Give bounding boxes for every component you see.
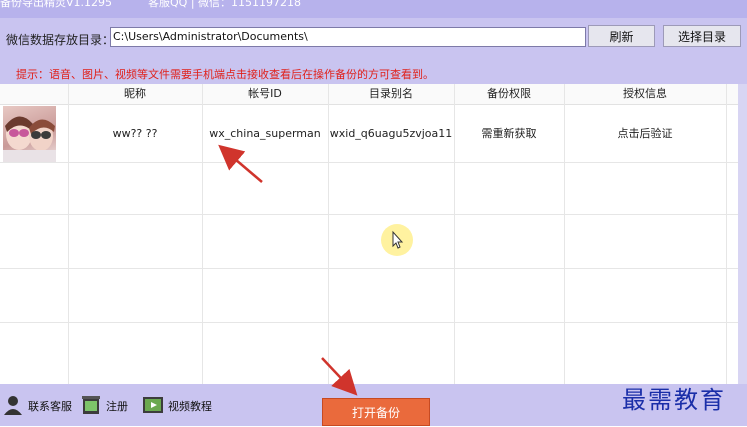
vertical-scrollbar[interactable]: [738, 84, 747, 384]
refresh-button[interactable]: 刷新: [588, 25, 655, 47]
backup-permission-cell: 需重新获取: [481, 127, 537, 140]
title-bar: 备份导出精灵V1.1295 客服QQ | 微信：1151197218: [0, 0, 747, 18]
path-label: 微信数据存放目录：: [6, 33, 115, 47]
open-backup-button[interactable]: 打开备份: [322, 398, 430, 426]
hint-text: 提示：语音、图片、视频等文件需要手机端点击接收查看后在操作备份的方可查看到。: [16, 68, 434, 81]
column-header-dir-alias[interactable]: 目录别名: [328, 84, 454, 104]
video-icon: [143, 397, 163, 413]
window-title: 备份导出精灵V1.1295: [0, 0, 113, 9]
column-header-auth-info[interactable]: 授权信息: [564, 84, 726, 104]
avatar-photo-icon: [3, 116, 56, 162]
column-header-account-id[interactable]: 帐号ID: [202, 84, 328, 104]
account-id-cell: wx_china_superman: [209, 127, 321, 140]
column-header-nickname[interactable]: 昵称: [68, 84, 202, 104]
cursor-highlight: [381, 224, 413, 256]
row-divider: [0, 214, 738, 215]
nickname-cell: ww?? ??: [112, 127, 158, 140]
row-divider: [0, 268, 738, 269]
mouse-pointer-icon: [392, 230, 404, 249]
row-divider: [0, 322, 738, 323]
contact-support-label: 联系客服: [28, 400, 72, 413]
auth-info-cell[interactable]: 点击后验证: [564, 126, 726, 142]
watermark-text: 最需教育: [622, 386, 726, 414]
choose-directory-button[interactable]: 选择目录: [663, 25, 741, 47]
qq-contact-label: 客服QQ | 微信：1151197218: [148, 0, 302, 9]
row-divider: [0, 162, 738, 163]
avatar: [3, 106, 56, 162]
column-header-backup-permission[interactable]: 备份权限: [454, 84, 564, 104]
account-table: 昵称 帐号ID 目录别名 备份权限 授权信息 ww?? ?? wx_china_…: [0, 84, 739, 384]
path-input[interactable]: C:\Users\Administrator\Documents\: [110, 27, 586, 47]
register-icon: [82, 396, 100, 414]
table-header: 昵称 帐号ID 目录别名 备份权限 授权信息: [0, 84, 738, 105]
app-window: 备份导出精灵V1.1295 客服QQ | 微信：1151197218 微信数据存…: [0, 0, 747, 426]
register-label: 注册: [106, 400, 128, 413]
video-tutorial-label: 视频教程: [168, 400, 212, 413]
dir-alias-cell: wxid_q6uagu5zvjoa11: [329, 127, 453, 140]
column-divider: [726, 84, 727, 384]
user-icon: [4, 396, 22, 415]
column-header-avatar: [0, 84, 68, 104]
